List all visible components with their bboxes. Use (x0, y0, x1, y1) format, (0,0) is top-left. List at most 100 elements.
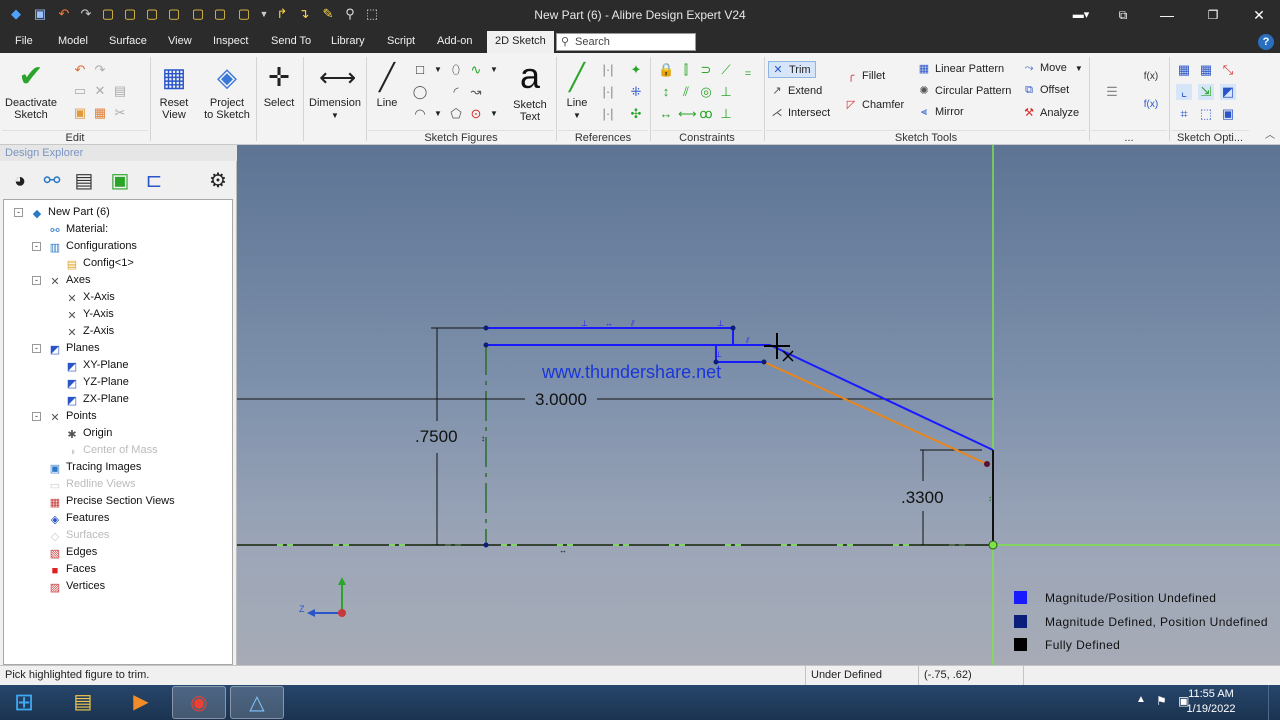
sketch-display-icon[interactable]: ▣ (1220, 106, 1236, 122)
properties-icon[interactable]: ▤ (72, 169, 96, 193)
menu-file[interactable]: File (15, 35, 33, 47)
spline-icon[interactable]: ∿ (468, 62, 484, 78)
show-constraints-icon[interactable]: ⤡ (1220, 62, 1236, 78)
equation-editor-icon[interactable]: f(x) (1143, 97, 1159, 113)
menu-inspect[interactable]: Inspect (213, 35, 248, 47)
tree-node[interactable]: ⚯ Material: (48, 221, 108, 238)
dimension-button[interactable]: ⟷ Dimension ▼ (305, 61, 365, 122)
collinear-constraint-icon[interactable]: ⟷ (678, 106, 697, 122)
tree-node[interactable]: ▧ Edges (48, 544, 97, 561)
arc-icon[interactable]: ◜ (448, 84, 464, 100)
endpoint[interactable] (483, 342, 489, 348)
dof-icon[interactable]: ◩ (1220, 84, 1236, 100)
menu-add-on[interactable]: Add-on (437, 35, 472, 47)
tree-node[interactable]: ▤ Config<1> (65, 255, 134, 272)
tree-expand-toggle[interactable]: - (14, 208, 23, 217)
rectangle-icon[interactable]: □ (412, 62, 428, 78)
restore-panel-icon[interactable]: ⧉ (1108, 4, 1138, 26)
point-icon[interactable]: ⊙ (468, 106, 484, 122)
offset-button[interactable]: ⧉ Offset (1021, 84, 1069, 97)
tree-expand-toggle[interactable]: - (32, 242, 41, 251)
grid-icon[interactable]: ▦ (1176, 62, 1192, 78)
constraint-glyph[interactable]: ⫽ (630, 319, 635, 328)
constraint-glyph[interactable]: ↕ (481, 434, 485, 443)
tree-node[interactable]: ◆ New Part (6) (30, 204, 110, 221)
fix-constraint-icon[interactable]: 🔒 (658, 62, 674, 78)
tree-node[interactable]: ▨ Vertices (48, 578, 105, 595)
tray-arrow-icon[interactable]: ▲ (1136, 694, 1146, 705)
redo-small-icon[interactable]: ↷ (92, 62, 108, 78)
chrome-taskbar-icon[interactable]: ◉ (172, 686, 226, 719)
circle-icon[interactable]: ◯ (412, 84, 428, 100)
close-button[interactable]: ✕ (1244, 4, 1274, 26)
menu-view[interactable]: View (168, 35, 192, 47)
fillet-button[interactable]: ╭ Fillet (843, 69, 886, 82)
ref-vertical-icon[interactable]: |·| (600, 62, 616, 78)
copy-icon[interactable]: ▭ (72, 83, 88, 99)
extend-button[interactable]: ↗ Extend (769, 84, 822, 97)
parallel-constraint-icon[interactable]: ⫽ (678, 84, 694, 100)
equation-icon[interactable]: f(x) (1143, 69, 1159, 85)
constraint-glyph[interactable]: ↔ (559, 546, 567, 555)
hierarchy-icon[interactable]: ⊏ (142, 169, 166, 193)
explorer-taskbar-icon[interactable]: ▤ (56, 686, 110, 719)
bezier-icon[interactable]: ↝ (468, 84, 484, 100)
tree-node[interactable]: ▣ Tracing Images (48, 459, 142, 476)
tree-node[interactable]: ◑ Center of Mass (65, 442, 158, 459)
point-dropdown-icon[interactable]: ▼ (486, 106, 502, 122)
mirror-button[interactable]: ⫷ Mirror (916, 106, 964, 119)
tree-node[interactable]: ✕ Axes (48, 272, 90, 289)
tree-expand-toggle[interactable]: - (32, 276, 41, 285)
constraint-glyph[interactable]: ↕ (988, 494, 992, 503)
search-input[interactable]: ⚲ Search (556, 33, 696, 51)
minimize-button[interactable]: — (1152, 4, 1182, 26)
constraint-glyph[interactable]: ⫽ (745, 336, 750, 345)
tree-node[interactable]: ◩ Planes (48, 340, 100, 357)
constraint-glyph[interactable]: ⊥ (715, 350, 722, 359)
tray-flag-icon[interactable]: ⚑ (1156, 694, 1167, 708)
symmetric-constraint-icon[interactable]: ꝏ (698, 106, 714, 122)
three-point-arc-icon[interactable]: ◠ (412, 106, 428, 122)
concentric-constraint-icon[interactable]: ◎ (698, 84, 714, 100)
auto-constraint-icon[interactable]: ⇲ (1198, 84, 1214, 100)
midpoint-constraint-icon[interactable]: ⫿ (678, 62, 694, 78)
line-button[interactable]: ╱ Line (368, 61, 406, 109)
tangent-constraint-icon[interactable]: ⊃ (698, 62, 714, 78)
polygon-icon[interactable]: ⬠ (448, 106, 464, 122)
tree-node[interactable]: ◩ YZ-Plane (65, 374, 129, 391)
delete-icon[interactable]: ✕ (92, 83, 108, 99)
trim-button[interactable]: ✕ Trim (768, 61, 816, 78)
endpoint[interactable] (984, 461, 990, 467)
ribbon-display-icon[interactable]: ▬▾ (1066, 4, 1096, 26)
tree-node[interactable]: ✕ X-Axis (65, 289, 114, 306)
tree-node[interactable]: ▦ Precise Section Views (48, 493, 175, 510)
constraint-glyph[interactable]: ⊥ (717, 319, 724, 328)
move-button[interactable]: ⤳ Move ▼ (1021, 62, 1083, 75)
color-wheel-icon[interactable]: ◕ (8, 169, 32, 193)
tree-node[interactable]: ▥ Configurations (48, 238, 137, 255)
section-icon[interactable]: ⌗ (1176, 106, 1192, 122)
reset-view-button[interactable]: ▦ Reset View (152, 61, 196, 121)
equal-constraint-icon[interactable]: = (740, 66, 756, 82)
media-player-taskbar-icon[interactable]: ▶ (114, 686, 168, 719)
menu-script[interactable]: Script (387, 35, 415, 47)
project-to-sketch-button[interactable]: ◈ Project to Sketch (200, 61, 254, 121)
sketch-property-icon[interactable]: ☰ (1104, 84, 1120, 100)
horizontal-constraint-icon[interactable]: ↔ (658, 106, 674, 122)
chamfer-button[interactable]: ◸ Chamfer (843, 98, 904, 111)
undo-small-icon[interactable]: ↶ (72, 62, 88, 78)
origin-point[interactable] (988, 540, 998, 550)
spline-dropdown-icon[interactable]: ▼ (486, 62, 502, 78)
reference-line-button[interactable]: ╱ Line ▼ (558, 61, 596, 122)
endpoint[interactable] (483, 542, 489, 548)
tree-expand-toggle[interactable]: - (32, 344, 41, 353)
network-icon[interactable]: ⚯ (40, 169, 64, 193)
tree-node[interactable]: ✕ Points (48, 408, 96, 425)
on-curve-constraint-icon[interactable]: ⊥ (718, 106, 734, 122)
endpoint[interactable] (761, 359, 767, 365)
cut-icon[interactable]: ▣ (72, 105, 88, 121)
menu-2d-sketch[interactable]: 2D Sketch (487, 31, 554, 53)
highlighted-trim-line[interactable] (763, 361, 988, 465)
dimension-height-right[interactable]: .3300 (901, 488, 944, 508)
help-button[interactable]: ? (1258, 34, 1274, 50)
